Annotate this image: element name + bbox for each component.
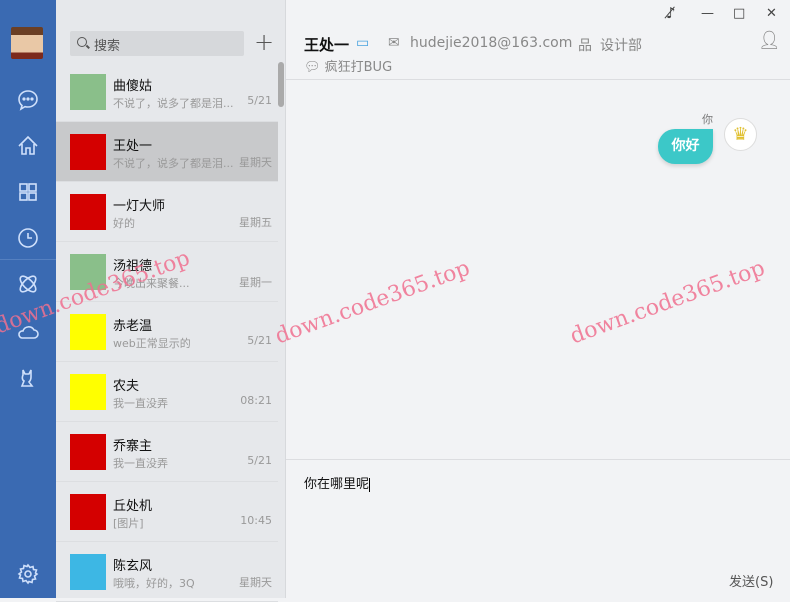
gear-icon[interactable] [16, 562, 40, 586]
maximize-button[interactable]: □ [733, 6, 745, 21]
conversation-item[interactable]: 一灯大师 好的 星期五 [56, 182, 278, 242]
nav-divider [0, 259, 56, 260]
conversation-item[interactable]: 曲傻姑 不说了，说多了都是泪... 5/21 [56, 62, 278, 122]
cat-icon[interactable] [16, 366, 40, 390]
contact-name: 赤老温 [113, 319, 153, 334]
clock-icon[interactable] [16, 226, 40, 250]
crown-avatar-icon: ♛ [724, 118, 757, 151]
message-preview: [图片] [113, 517, 144, 530]
signature-text: 疯狂打BUG [324, 60, 393, 75]
message-preview: 我一直没弄 [113, 397, 168, 410]
avatar [70, 374, 106, 410]
conversation-item[interactable]: 乔寨主 我一直没弄 5/21 [56, 422, 278, 482]
header-divider [286, 79, 790, 80]
close-button[interactable]: ✕ [766, 6, 777, 21]
message-time: 08:21 [240, 394, 272, 407]
minimize-button[interactable]: — [701, 6, 714, 21]
contact-name: 一灯大师 [113, 199, 166, 214]
chat-panel: ♪̸ — □ ✕ 王处一 ▭ ✉ hudejie2018@163.com 品 设… [286, 0, 790, 598]
org-icon: 品 [578, 38, 592, 54]
home-icon[interactable] [16, 134, 40, 158]
message-sender: 你 [702, 113, 713, 126]
avatar [70, 434, 106, 470]
contact-name: 农夫 [113, 379, 140, 394]
my-avatar[interactable] [11, 27, 43, 59]
mail-icon: ✉ [388, 35, 400, 51]
atom-icon[interactable] [16, 272, 40, 296]
message-time: 5/21 [247, 454, 272, 467]
contact-dept: 设计部 [600, 38, 642, 54]
chat-icon[interactable] [16, 88, 40, 112]
conversation-item[interactable]: 农夫 我一直没弄 08:21 [56, 362, 278, 422]
message-preview: 好的 [113, 217, 135, 230]
conversation-item[interactable]: 赤老温 web正常显示的 5/21 [56, 302, 278, 362]
search-placeholder: 搜索 [94, 39, 121, 54]
avatar [70, 74, 106, 110]
contact-name: 丘处机 [113, 499, 153, 514]
message-time: 星期天 [239, 156, 272, 169]
contact-name: 王处一 [304, 36, 350, 54]
add-button[interactable]: + [254, 30, 274, 54]
cloud-icon[interactable] [16, 320, 40, 344]
apps-icon[interactable] [16, 180, 40, 204]
avatar [70, 254, 106, 290]
message-time: 星期五 [239, 216, 272, 229]
nav-sidebar [0, 0, 56, 598]
contact-name: 陈玄风 [113, 559, 153, 574]
add-contact-icon[interactable]: 👤︎ [758, 30, 781, 51]
contact-signature: 💬︎ 疯狂打BUG [304, 56, 392, 75]
conversation-list: 搜索 + 曲傻姑 不说了，说多了都是泪... 5/21 王处一 不说了，说多了都… [56, 0, 286, 602]
message-time: 10:45 [240, 514, 272, 527]
message-preview: 今晚出来聚餐... [113, 277, 190, 290]
message-input[interactable]: 你在哪里呢 [304, 473, 370, 492]
conversation-item[interactable]: 汤祖德 今晚出来聚餐... 星期一 [56, 242, 278, 302]
avatar [70, 554, 106, 590]
search-input[interactable]: 搜索 [70, 31, 244, 56]
avatar [70, 194, 106, 230]
message-preview: 我一直没弄 [113, 457, 168, 470]
scrollbar[interactable] [278, 62, 284, 107]
message-time: 5/21 [247, 334, 272, 347]
send-button[interactable]: 发送(S) [729, 571, 773, 590]
mute-icon[interactable]: ♪̸ [666, 4, 676, 22]
contact-name: 乔寨主 [113, 439, 153, 454]
conversation-item[interactable]: 陈玄风 哦哦，好的，3Q 星期天 [56, 542, 278, 602]
conversation-item[interactable]: 丘处机 [图片] 10:45 [56, 482, 278, 542]
input-divider [286, 459, 790, 460]
desktop-icon: ▭ [356, 35, 370, 51]
message-preview: 不说了，说多了都是泪... [113, 157, 234, 170]
message-time: 星期天 [239, 576, 272, 589]
message-time: 5/21 [247, 94, 272, 107]
conversation-item[interactable]: 王处一 不说了，说多了都是泪... 星期天 [56, 122, 278, 182]
contact-name: 汤祖德 [113, 259, 153, 274]
message-time: 星期一 [239, 276, 272, 289]
search-icon [77, 37, 87, 47]
signature-icon: 💬︎ [304, 60, 325, 75]
message-bubble: 你好 [658, 129, 713, 164]
avatar [70, 314, 106, 350]
contact-name: 曲傻姑 [113, 79, 153, 94]
contact-name: 王处一 [113, 139, 153, 154]
avatar [70, 494, 106, 530]
message-preview: 哦哦，好的，3Q [113, 577, 195, 590]
message-preview: web正常显示的 [113, 337, 191, 350]
message-preview: 不说了，说多了都是泪... [113, 97, 234, 110]
contact-email: hudejie2018@163.com [410, 35, 573, 51]
avatar [70, 134, 106, 170]
